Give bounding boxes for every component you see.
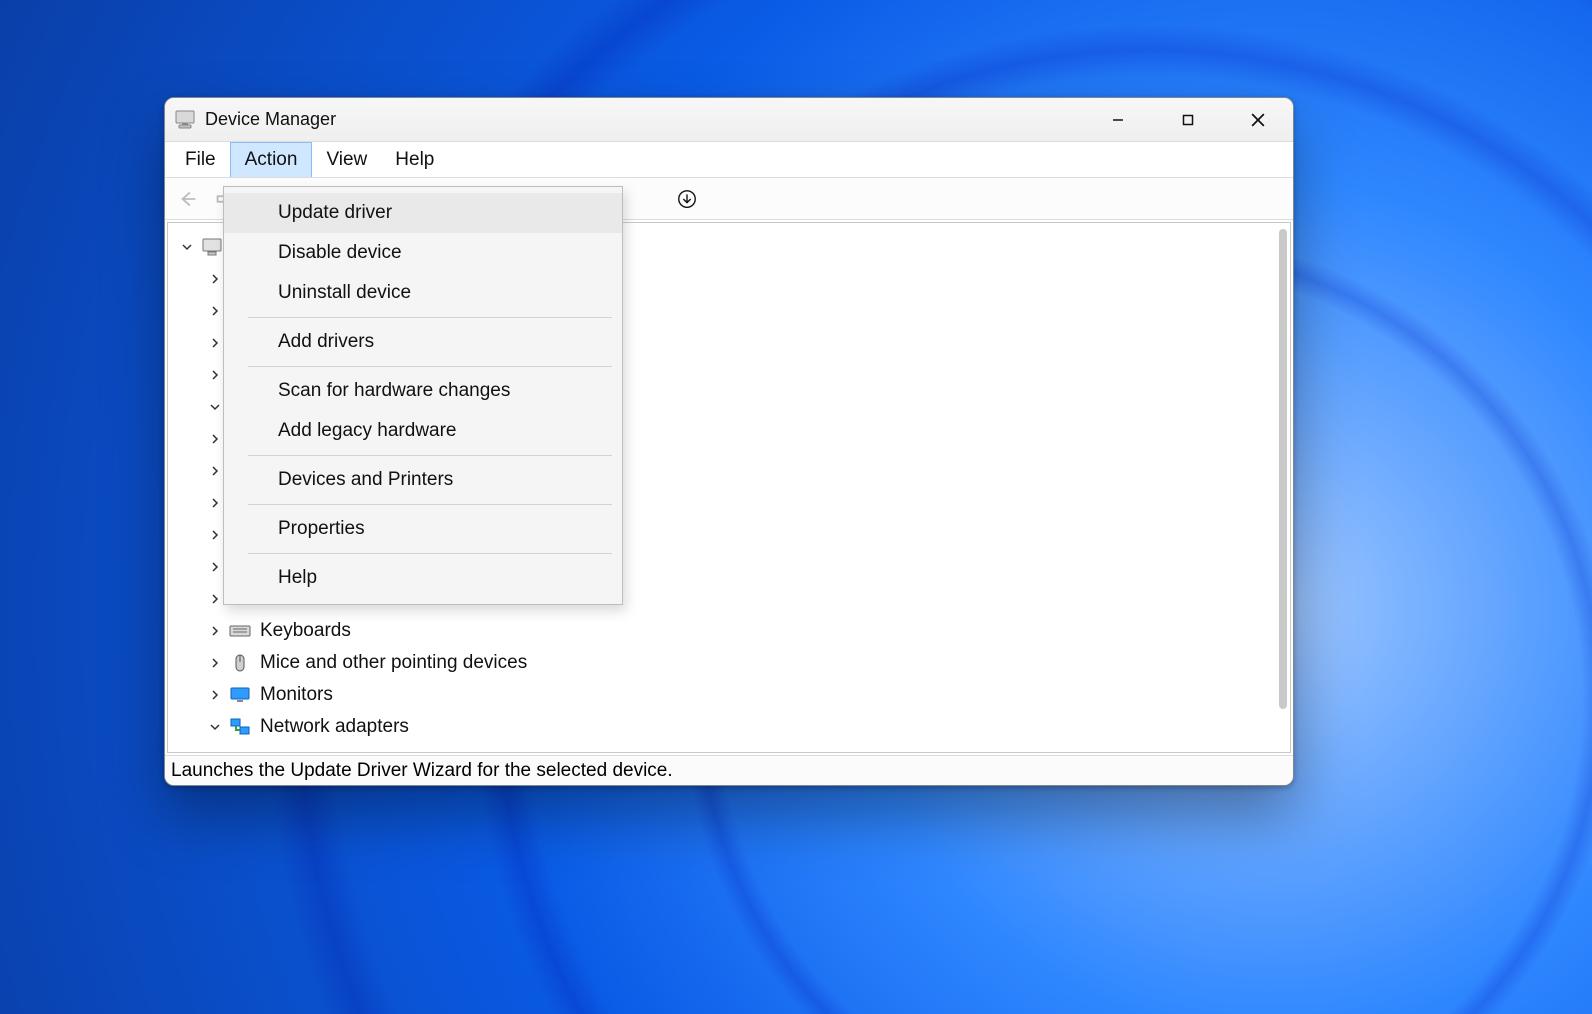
computer-icon <box>200 235 224 259</box>
window-controls <box>1083 98 1293 142</box>
chevron-right-icon[interactable] <box>206 498 224 508</box>
app-icon <box>173 108 197 132</box>
menuitem-label: Uninstall device <box>278 282 411 304</box>
menu-view-label: View <box>326 149 367 171</box>
tree-item-monitors[interactable]: Monitors <box>174 679 1284 711</box>
tree-item-label: Monitors <box>260 684 333 706</box>
menu-help[interactable]: Help <box>381 142 448 177</box>
status-bar: Launches the Update Driver Wizard for th… <box>165 755 1293 785</box>
menu-file-label: File <box>185 149 216 171</box>
chevron-down-icon[interactable] <box>206 722 224 732</box>
menuitem-update-driver[interactable]: Update driver <box>224 193 622 233</box>
chevron-right-icon[interactable] <box>206 370 224 380</box>
arrow-left-icon <box>177 188 199 210</box>
chevron-right-icon[interactable] <box>206 274 224 284</box>
maximize-button[interactable] <box>1153 98 1223 142</box>
minimize-button[interactable] <box>1083 98 1153 142</box>
menuitem-scan-hardware[interactable]: Scan for hardware changes <box>224 371 622 411</box>
action-menu-dropdown: Update driver Disable device Uninstall d… <box>223 186 623 605</box>
menuitem-devices-and-printers[interactable]: Devices and Printers <box>224 460 622 500</box>
chevron-right-icon[interactable] <box>206 594 224 604</box>
menuitem-label: Add legacy hardware <box>278 420 457 442</box>
menuitem-uninstall-device[interactable]: Uninstall device <box>224 273 622 313</box>
menu-separator <box>248 504 612 505</box>
chevron-right-icon[interactable] <box>206 658 224 668</box>
menu-separator <box>248 455 612 456</box>
status-text: Launches the Update Driver Wizard for th… <box>171 760 673 782</box>
chevron-right-icon[interactable] <box>206 626 224 636</box>
chevron-right-icon[interactable] <box>206 306 224 316</box>
chevron-right-icon[interactable] <box>206 466 224 476</box>
network-icon <box>228 715 252 739</box>
tree-item-label: Keyboards <box>260 620 351 642</box>
vertical-scrollbar[interactable] <box>1279 229 1287 709</box>
mouse-icon <box>228 651 252 675</box>
menu-file[interactable]: File <box>171 142 230 177</box>
menuitem-label: Properties <box>278 518 365 540</box>
chevron-right-icon[interactable] <box>206 562 224 572</box>
menuitem-properties[interactable]: Properties <box>224 509 622 549</box>
menuitem-add-legacy-hardware[interactable]: Add legacy hardware <box>224 411 622 451</box>
chevron-right-icon[interactable] <box>206 530 224 540</box>
tree-item-label: Mice and other pointing devices <box>260 652 527 674</box>
menuitem-label: Devices and Printers <box>278 469 453 491</box>
keyboard-icon <box>228 619 252 643</box>
menu-separator <box>248 317 612 318</box>
menuitem-add-drivers[interactable]: Add drivers <box>224 322 622 362</box>
tree-item-network-adapters[interactable]: Network adapters <box>174 711 1284 743</box>
menubar: File Action View Help <box>165 142 1293 178</box>
menu-help-label: Help <box>395 149 434 171</box>
menu-separator <box>248 553 612 554</box>
menuitem-label: Help <box>278 567 317 589</box>
titlebar[interactable]: Device Manager <box>165 98 1293 142</box>
close-icon <box>1251 113 1265 127</box>
tree-item-mice[interactable]: Mice and other pointing devices <box>174 647 1284 679</box>
menu-view[interactable]: View <box>312 142 381 177</box>
close-button[interactable] <box>1223 98 1293 142</box>
menu-separator <box>248 366 612 367</box>
chevron-down-icon[interactable] <box>206 402 224 412</box>
scan-hardware-button[interactable] <box>672 184 702 214</box>
menuitem-label: Scan for hardware changes <box>278 380 510 402</box>
window-title: Device Manager <box>205 109 336 130</box>
menuitem-label: Add drivers <box>278 331 374 353</box>
tree-item-label: Network adapters <box>260 716 409 738</box>
circled-down-arrow-icon <box>676 188 698 210</box>
back-button[interactable] <box>173 184 203 214</box>
tree-item-keyboards[interactable]: Keyboards <box>174 615 1284 647</box>
chevron-down-icon[interactable] <box>178 242 196 252</box>
menuitem-disable-device[interactable]: Disable device <box>224 233 622 273</box>
menuitem-label: Update driver <box>278 202 392 224</box>
chevron-right-icon[interactable] <box>206 690 224 700</box>
menuitem-label: Disable device <box>278 242 402 264</box>
menuitem-help[interactable]: Help <box>224 558 622 598</box>
menu-action[interactable]: Action <box>230 142 313 177</box>
minimize-icon <box>1112 114 1124 126</box>
monitor-icon <box>228 683 252 707</box>
menu-action-label: Action <box>245 149 298 171</box>
chevron-right-icon[interactable] <box>206 338 224 348</box>
maximize-icon <box>1182 114 1194 126</box>
chevron-right-icon[interactable] <box>206 434 224 444</box>
